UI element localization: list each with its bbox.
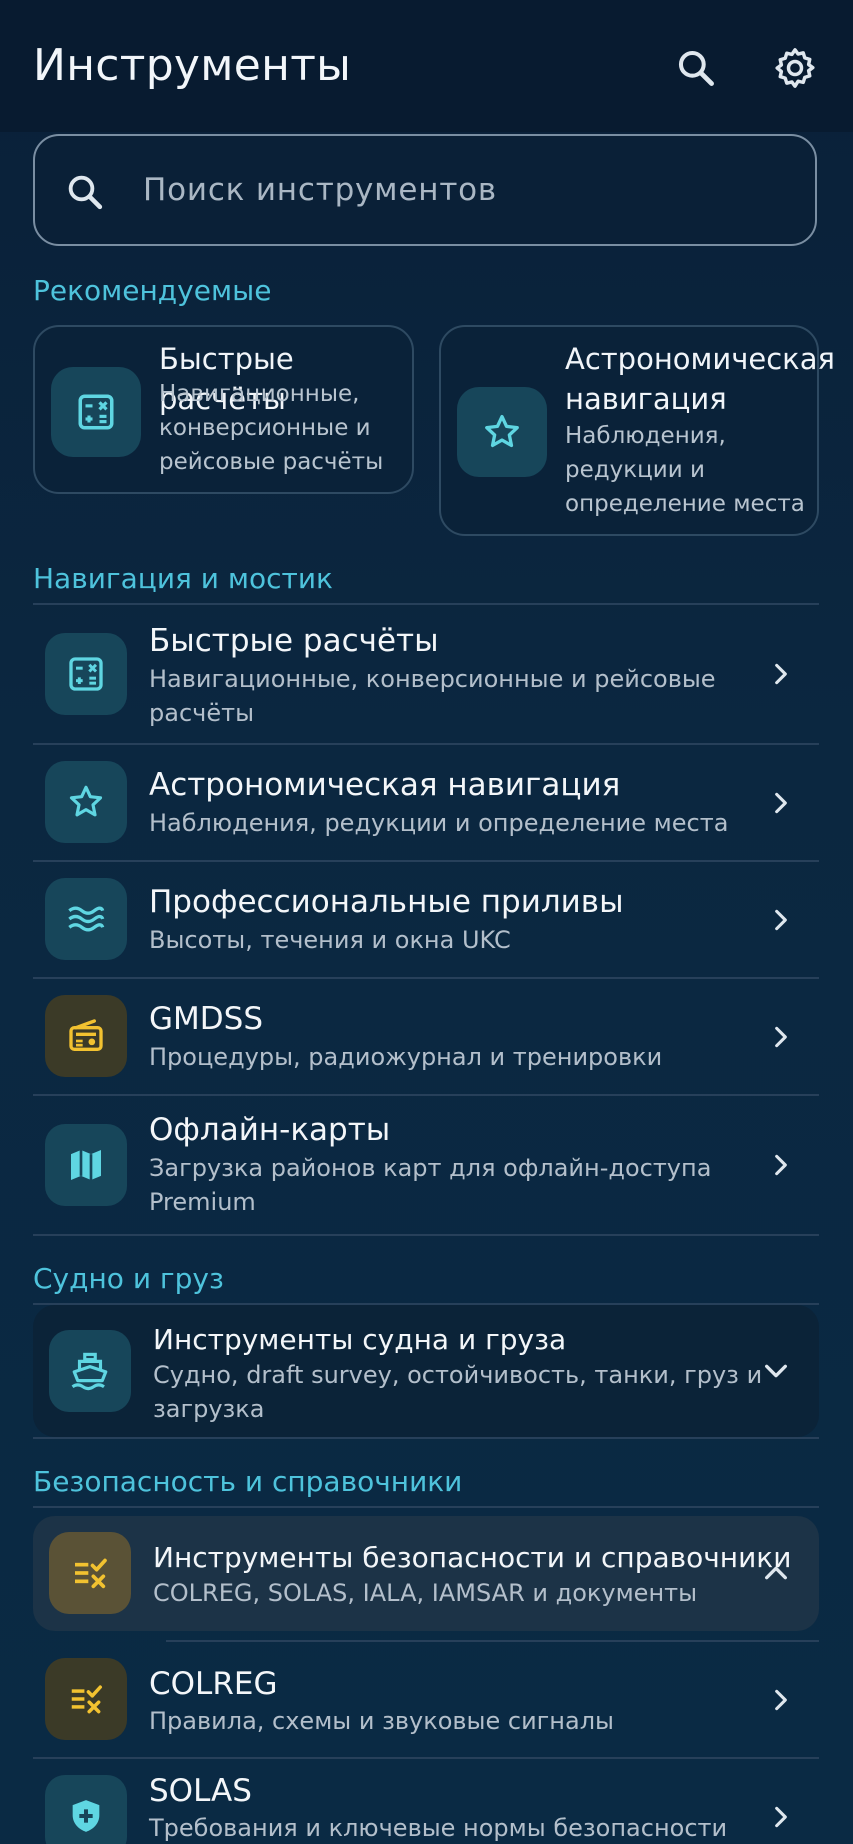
map-icon [45, 1124, 127, 1206]
waves-icon [45, 878, 127, 960]
group-title: Инструменты безопасности и справочники [153, 1541, 792, 1574]
group-safety-references[interactable]: Инструменты безопасности и справочники C… [33, 1516, 819, 1631]
list-item-solas[interactable]: SOLAS Требования и ключевые нормы безопа… [33, 1759, 819, 1844]
chevron-right-icon [765, 904, 797, 936]
section-title-safety: Безопасность и справочники [33, 1465, 463, 1498]
star-icon [45, 761, 127, 843]
list-item-description: Высоты, течения и окна UKC [149, 926, 511, 954]
list-item-description: Требования и ключевые нормы безопасности [149, 1814, 728, 1842]
list-item-title: GMDSS [149, 1001, 263, 1037]
list-item-description: Правила, схемы и звуковые сигналы [149, 1707, 614, 1735]
list-item-gmdss[interactable]: GMDSS Процедуры, радиожурнал и тренировк… [33, 979, 819, 1094]
chevron-down-icon [759, 1354, 793, 1388]
chevron-right-icon [765, 1684, 797, 1716]
section-title-recommended: Рекомендуемые [33, 274, 272, 307]
section-title-navigation: Навигация и мостик [33, 562, 333, 595]
list-item-title: Быстрые расчёты [149, 623, 439, 659]
recommended-card-celestial[interactable]: Астрономическая навигация Наблюдения, ре… [439, 325, 835, 536]
chevron-right-icon [765, 1021, 797, 1053]
section-title-vessel: Судно и груз [33, 1262, 224, 1295]
list-item-tides[interactable]: Профессиональные приливы Высоты, течения… [33, 862, 819, 977]
list-item-celestial[interactable]: Астрономическая навигация Наблюдения, ре… [33, 745, 819, 860]
card-description: Навигационные, конверсионные и рейсовые … [159, 381, 384, 475]
list-item-colreg[interactable]: COLREG Правила, схемы и звуковые сигналы [33, 1642, 819, 1757]
list-item-title: Профессиональные приливы [149, 884, 624, 920]
search-placeholder: Поиск инструментов [143, 172, 498, 208]
app-bar: Инструменты [0, 0, 853, 132]
divider [33, 1234, 819, 1236]
list-item-description: Навигационные, конверсионные и рейсовые … [149, 665, 716, 727]
group-description: COLREG, SOLAS, IALA, IAMSAR и документы [153, 1579, 698, 1607]
list-item-description: Загрузка районов карт для офлайн-доступа… [149, 1154, 712, 1216]
list-item-title: Астрономическая навигация [149, 767, 621, 803]
calculator-icon [51, 367, 141, 457]
card-description: Наблюдения, редукции и определение места [565, 423, 805, 517]
shield-icon [45, 1775, 127, 1844]
settings-button[interactable] [771, 44, 819, 92]
radio-icon [45, 995, 127, 1077]
list-item-quick-calc[interactable]: Быстрые расчёты Навигационные, конверсио… [33, 605, 819, 743]
chevron-right-icon [765, 787, 797, 819]
calculator-icon [45, 633, 127, 715]
list-item-title: COLREG [149, 1666, 278, 1702]
search-button[interactable] [672, 44, 720, 92]
page-title: Инструменты [33, 40, 352, 91]
group-title: Инструменты судна и груза [153, 1323, 567, 1356]
chevron-right-icon [765, 1149, 797, 1181]
list-item-description: Процедуры, радиожурнал и тренировки [149, 1043, 663, 1071]
divider [33, 1437, 819, 1439]
divider [33, 1506, 819, 1508]
recommended-card-quick-calc[interactable]: Быстрые расчёты Навигационные, конверсио… [33, 325, 414, 494]
card-title: Астрономическая навигация [565, 342, 835, 416]
group-description: Судно, draft survey, остойчивость, танки… [153, 1361, 763, 1423]
ship-icon [49, 1330, 131, 1412]
chevron-up-icon [759, 1556, 793, 1590]
chevron-right-icon [765, 658, 797, 690]
search-icon [61, 168, 109, 216]
list-item-title: SOLAS [149, 1773, 252, 1809]
checklist-icon [45, 1658, 127, 1740]
search-input[interactable]: Поиск инструментов [33, 134, 817, 246]
chevron-right-icon [765, 1801, 797, 1833]
gear-icon [775, 48, 815, 88]
search-icon [678, 50, 714, 86]
list-item-description: Наблюдения, редукции и определение места [149, 809, 729, 837]
checklist-icon [49, 1532, 131, 1614]
group-vessel-cargo[interactable]: Инструменты судна и груза Судно, draft s… [33, 1305, 819, 1437]
list-item-title: Офлайн-карты [149, 1112, 391, 1148]
list-item-offline-charts[interactable]: Офлайн-карты Загрузка районов карт для о… [33, 1096, 819, 1234]
star-icon [457, 387, 547, 477]
